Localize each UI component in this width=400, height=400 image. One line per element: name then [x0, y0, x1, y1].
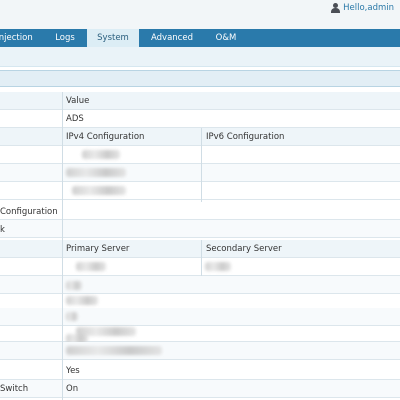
main-nav: Injection Logs System Advanced O&M — [0, 29, 400, 47]
table-row: ADS — [0, 110, 400, 128]
top-bar: Hello,admin — [0, 0, 400, 29]
tab-advanced[interactable]: Advanced — [142, 29, 202, 47]
primary-server-header: Primary Server — [66, 244, 130, 254]
table-subheader-row: IPv4 Configuration IPv6 Configuration — [0, 128, 400, 146]
redacted-value — [66, 281, 82, 290]
redacted-value — [66, 346, 162, 355]
table-subheader-row: Primary Server Secondary Server — [0, 240, 400, 258]
ipv6-config-header: IPv6 Configuration — [206, 132, 285, 142]
tab-injection[interactable]: Injection — [0, 29, 37, 47]
row-value-on: On — [66, 384, 79, 394]
table-header-row: Value — [0, 92, 400, 110]
redacted-value — [66, 168, 126, 177]
column-divider — [62, 92, 63, 400]
column-divider — [201, 128, 202, 202]
table-row: Configuration — [0, 202, 400, 220]
row-value: ADS — [66, 114, 84, 124]
redacted-value — [76, 262, 106, 271]
table-row — [0, 146, 400, 164]
table-row — [0, 342, 400, 360]
redacted-value — [205, 262, 231, 271]
tab-logs[interactable]: Logs — [45, 29, 85, 47]
redacted-value — [82, 150, 120, 159]
redacted-value — [66, 312, 78, 321]
row-label-k: k — [0, 225, 5, 235]
user-greeting[interactable]: Hello,admin — [343, 3, 394, 13]
row-value-yes: Yes — [66, 366, 80, 376]
user-icon — [331, 3, 341, 13]
table-row — [0, 258, 400, 276]
row-label-switch: Switch — [0, 384, 29, 394]
table-row: Yes — [0, 362, 400, 380]
table-row — [0, 182, 400, 200]
tab-system[interactable]: System — [87, 29, 139, 47]
table-row — [0, 164, 400, 182]
redacted-value — [72, 186, 126, 195]
table-row: k — [0, 220, 400, 238]
table-row: Switch On — [0, 380, 400, 398]
table-row — [0, 324, 400, 343]
user-menu[interactable]: Hello,admin — [331, 3, 394, 13]
row-label-configuration: Configuration — [0, 207, 58, 217]
sub-toolbar — [0, 47, 400, 67]
column-divider — [201, 240, 202, 276]
redacted-value — [66, 296, 98, 305]
column-header-value: Value — [66, 96, 90, 106]
ipv4-config-header: IPv4 Configuration — [66, 132, 145, 142]
secondary-server-header: Secondary Server — [206, 244, 282, 254]
tab-om[interactable]: O&M — [205, 29, 247, 47]
section-header-band — [0, 70, 400, 87]
